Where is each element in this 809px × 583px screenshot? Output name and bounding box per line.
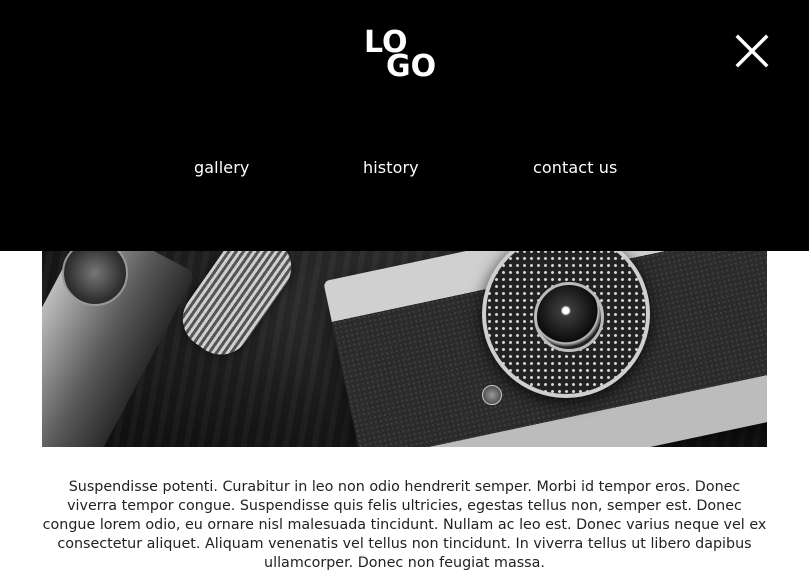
- nav-item-contact-us[interactable]: contact us: [533, 158, 617, 177]
- nav-item-gallery[interactable]: gallery: [194, 158, 249, 177]
- main-nav: gallery history contact us: [0, 158, 809, 182]
- page: LO GO gallery history contact us Suspend…: [0, 0, 809, 583]
- logo[interactable]: LO GO: [364, 28, 448, 80]
- body-paragraph: Suspendisse potenti. Curabitur in leo no…: [42, 479, 767, 571]
- logo-icon: LO GO: [364, 28, 436, 80]
- logo-line2: GO: [386, 49, 436, 80]
- camera-button: [482, 385, 502, 405]
- camera-lens: [534, 282, 604, 352]
- close-menu-button[interactable]: [735, 34, 769, 68]
- close-icon: [735, 34, 769, 68]
- nav-item-history[interactable]: history: [363, 158, 419, 177]
- menu-overlay: LO GO gallery history contact us: [0, 0, 809, 251]
